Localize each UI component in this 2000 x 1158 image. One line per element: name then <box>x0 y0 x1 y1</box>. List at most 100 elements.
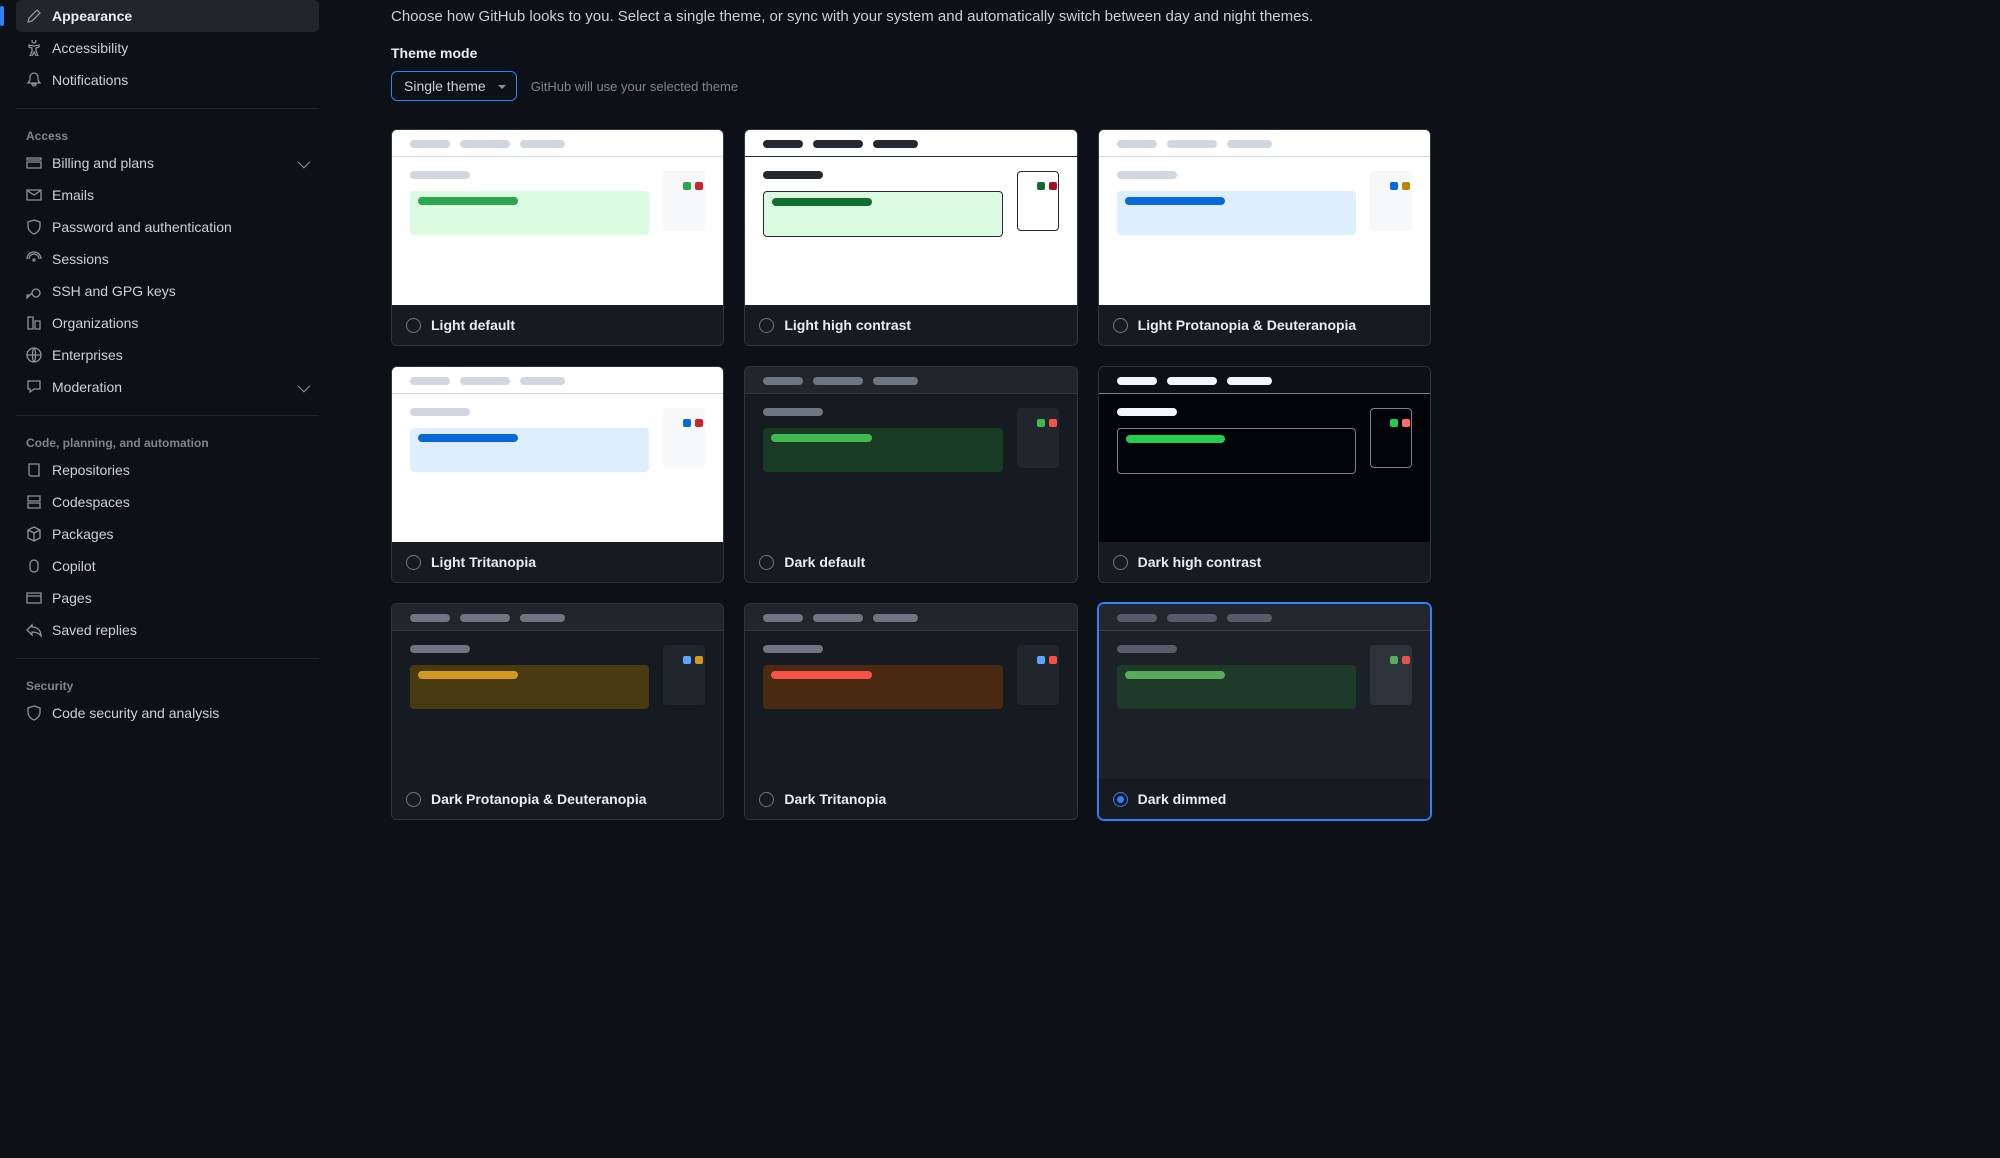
theme-card-dark-pd[interactable]: Dark Protanopia & Deuteranopia <box>391 603 724 820</box>
shield-icon <box>26 705 42 721</box>
package-icon <box>26 526 42 542</box>
key-icon <box>26 283 42 299</box>
theme-footer: Dark high contrast <box>1099 542 1430 582</box>
section-security-title: Security <box>16 671 319 697</box>
theme-card-dark-tri[interactable]: Dark Tritanopia <box>744 603 1077 820</box>
sidebar-item-password-and-authentication[interactable]: Password and authentication <box>16 211 319 243</box>
appearance-main: Choose how GitHub looks to you. Select a… <box>335 0 1455 1158</box>
divider <box>16 415 319 416</box>
sidebar-item-copilot[interactable]: Copilot <box>16 550 319 582</box>
theme-label: Dark dimmed <box>1138 791 1227 807</box>
theme-radio[interactable] <box>759 792 774 807</box>
codespaces-icon <box>26 494 42 510</box>
sidebar-item-appearance[interactable]: Appearance <box>16 0 319 32</box>
theme-radio[interactable] <box>759 318 774 333</box>
sidebar-item-label: Codespaces <box>52 494 130 510</box>
comment-icon <box>26 379 42 395</box>
repo-icon <box>26 462 42 478</box>
theme-preview <box>745 367 1076 542</box>
sidebar-item-codespaces[interactable]: Codespaces <box>16 486 319 518</box>
mail-icon <box>26 187 42 203</box>
sidebar-item-billing-and-plans[interactable]: Billing and plans <box>16 147 319 179</box>
sidebar-item-label: Emails <box>52 187 94 203</box>
sidebar-item-label: Sessions <box>52 251 109 267</box>
theme-radio[interactable] <box>1113 555 1128 570</box>
theme-footer: Light high contrast <box>745 305 1076 345</box>
theme-radio[interactable] <box>1113 792 1128 807</box>
sidebar-item-notifications[interactable]: Notifications <box>16 64 319 96</box>
theme-footer: Light Protanopia & Deuteranopia <box>1099 305 1430 345</box>
theme-radio[interactable] <box>1113 318 1128 333</box>
divider <box>16 658 319 659</box>
sidebar-item-packages[interactable]: Packages <box>16 518 319 550</box>
appearance-description: Choose how GitHub looks to you. Select a… <box>391 8 1431 25</box>
sidebar-item-saved-replies[interactable]: Saved replies <box>16 614 319 646</box>
theme-footer: Light default <box>392 305 723 345</box>
theme-mode-hint: GitHub will use your selected theme <box>531 79 738 94</box>
theme-radio[interactable] <box>406 318 421 333</box>
theme-radio[interactable] <box>759 555 774 570</box>
sidebar-item-accessibility[interactable]: Accessibility <box>16 32 319 64</box>
theme-radio[interactable] <box>406 555 421 570</box>
theme-grid: Light default Light high contrast Light Pr… <box>391 129 1431 820</box>
theme-card-light-hc[interactable]: Light high contrast <box>744 129 1077 346</box>
sidebar-item-moderation[interactable]: Moderation <box>16 371 319 403</box>
sidebar-item-pages[interactable]: Pages <box>16 582 319 614</box>
theme-card-light-pd[interactable]: Light Protanopia & Deuteranopia <box>1098 129 1431 346</box>
theme-label: Light Protanopia & Deuteranopia <box>1138 317 1357 333</box>
theme-preview <box>745 130 1076 305</box>
sidebar-item-label: Packages <box>52 526 113 542</box>
theme-card-dark-hc[interactable]: Dark high contrast <box>1098 366 1431 583</box>
theme-label: Light high contrast <box>784 317 911 333</box>
theme-label: Dark high contrast <box>1138 554 1262 570</box>
theme-footer: Dark default <box>745 542 1076 582</box>
sidebar-item-label: Organizations <box>52 315 138 331</box>
theme-card-dark-default[interactable]: Dark default <box>744 366 1077 583</box>
theme-footer: Light Tritanopia <box>392 542 723 582</box>
credit-card-icon <box>26 155 42 171</box>
theme-footer: Dark Protanopia & Deuteranopia <box>392 779 723 819</box>
theme-radio[interactable] <box>406 792 421 807</box>
sidebar-item-label: Notifications <box>52 72 128 88</box>
theme-preview <box>392 604 723 779</box>
sidebar-item-label: Accessibility <box>52 40 128 56</box>
theme-preview <box>392 130 723 305</box>
theme-preview <box>745 604 1076 779</box>
sidebar-item-label: Pages <box>52 590 92 606</box>
theme-preview <box>1099 130 1430 305</box>
browser-icon <box>26 590 42 606</box>
sidebar-item-label: Billing and plans <box>52 155 154 171</box>
globe-icon <box>26 347 42 363</box>
theme-label: Light Tritanopia <box>431 554 536 570</box>
sidebar-item-label: Enterprises <box>52 347 123 363</box>
paintbrush-icon <box>26 8 42 24</box>
sidebar-item-sessions[interactable]: Sessions <box>16 243 319 275</box>
sidebar-item-label: SSH and GPG keys <box>52 283 176 299</box>
sidebar-item-organizations[interactable]: Organizations <box>16 307 319 339</box>
copilot-icon <box>26 558 42 574</box>
sidebar-item-label: Repositories <box>52 462 130 478</box>
sidebar-item-emails[interactable]: Emails <box>16 179 319 211</box>
sidebar-item-label: Copilot <box>52 558 96 574</box>
sidebar-item-label: Code security and analysis <box>52 705 219 721</box>
sidebar-item-code-security-and-analysis[interactable]: Code security and analysis <box>16 697 319 729</box>
theme-label: Dark default <box>784 554 865 570</box>
sidebar-item-ssh-and-gpg-keys[interactable]: SSH and GPG keys <box>16 275 319 307</box>
theme-card-light-default[interactable]: Light default <box>391 129 724 346</box>
shield-lock-icon <box>26 219 42 235</box>
sidebar-item-label: Password and authentication <box>52 219 232 235</box>
theme-mode-select[interactable]: Single theme <box>391 71 517 101</box>
theme-preview <box>1099 367 1430 542</box>
theme-label: Dark Protanopia & Deuteranopia <box>431 791 647 807</box>
sidebar-item-enterprises[interactable]: Enterprises <box>16 339 319 371</box>
sidebar-item-label: Saved replies <box>52 622 137 638</box>
broadcast-icon <box>26 251 42 267</box>
theme-mode-label: Theme mode <box>391 45 1431 61</box>
theme-footer: Dark Tritanopia <box>745 779 1076 819</box>
theme-preview <box>1099 604 1430 779</box>
organization-icon <box>26 315 42 331</box>
theme-card-light-tri[interactable]: Light Tritanopia <box>391 366 724 583</box>
theme-card-dark-dimmed[interactable]: Dark dimmed <box>1098 603 1431 820</box>
sidebar-item-repositories[interactable]: Repositories <box>16 454 319 486</box>
section-access-title: Access <box>16 121 319 147</box>
